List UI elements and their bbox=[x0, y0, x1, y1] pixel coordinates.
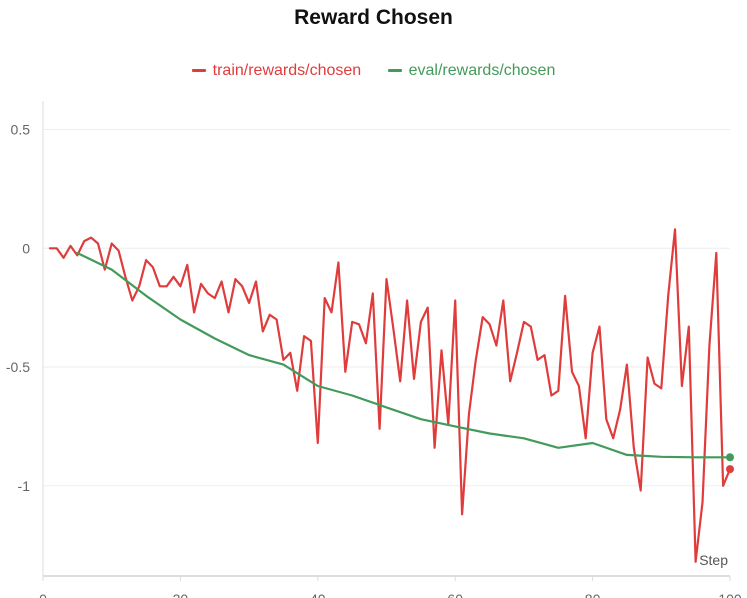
y-tick-label: -1 bbox=[18, 478, 31, 494]
y-axis-ticks: 0.5 0 -0.5 -1 bbox=[6, 122, 30, 494]
plot-area[interactable]: 0.5 0 -0.5 -1 0 20 40 60 80 100 Step bbox=[0, 0, 747, 598]
y-tick-label: -0.5 bbox=[6, 359, 30, 375]
series-lines bbox=[48, 228, 734, 563]
y-tick-label: 0 bbox=[22, 240, 30, 256]
x-tick-label: 80 bbox=[585, 591, 601, 598]
x-tick-label: 100 bbox=[718, 591, 742, 598]
series-end-point-train bbox=[726, 465, 734, 474]
x-axis-ticks: 0 20 40 60 80 100 bbox=[39, 576, 742, 598]
series-end-point-eval bbox=[726, 453, 734, 462]
x-axis-title: Step bbox=[699, 552, 728, 568]
series-train bbox=[48, 228, 734, 563]
series-line-train bbox=[48, 228, 732, 563]
x-tick-label: 0 bbox=[39, 591, 47, 598]
x-tick-label: 40 bbox=[310, 591, 326, 598]
series-eval bbox=[76, 251, 734, 462]
grid-lines bbox=[43, 129, 730, 487]
y-tick-label: 0.5 bbox=[11, 122, 31, 138]
x-tick-label: 60 bbox=[447, 591, 463, 598]
x-tick-label: 20 bbox=[173, 591, 189, 598]
